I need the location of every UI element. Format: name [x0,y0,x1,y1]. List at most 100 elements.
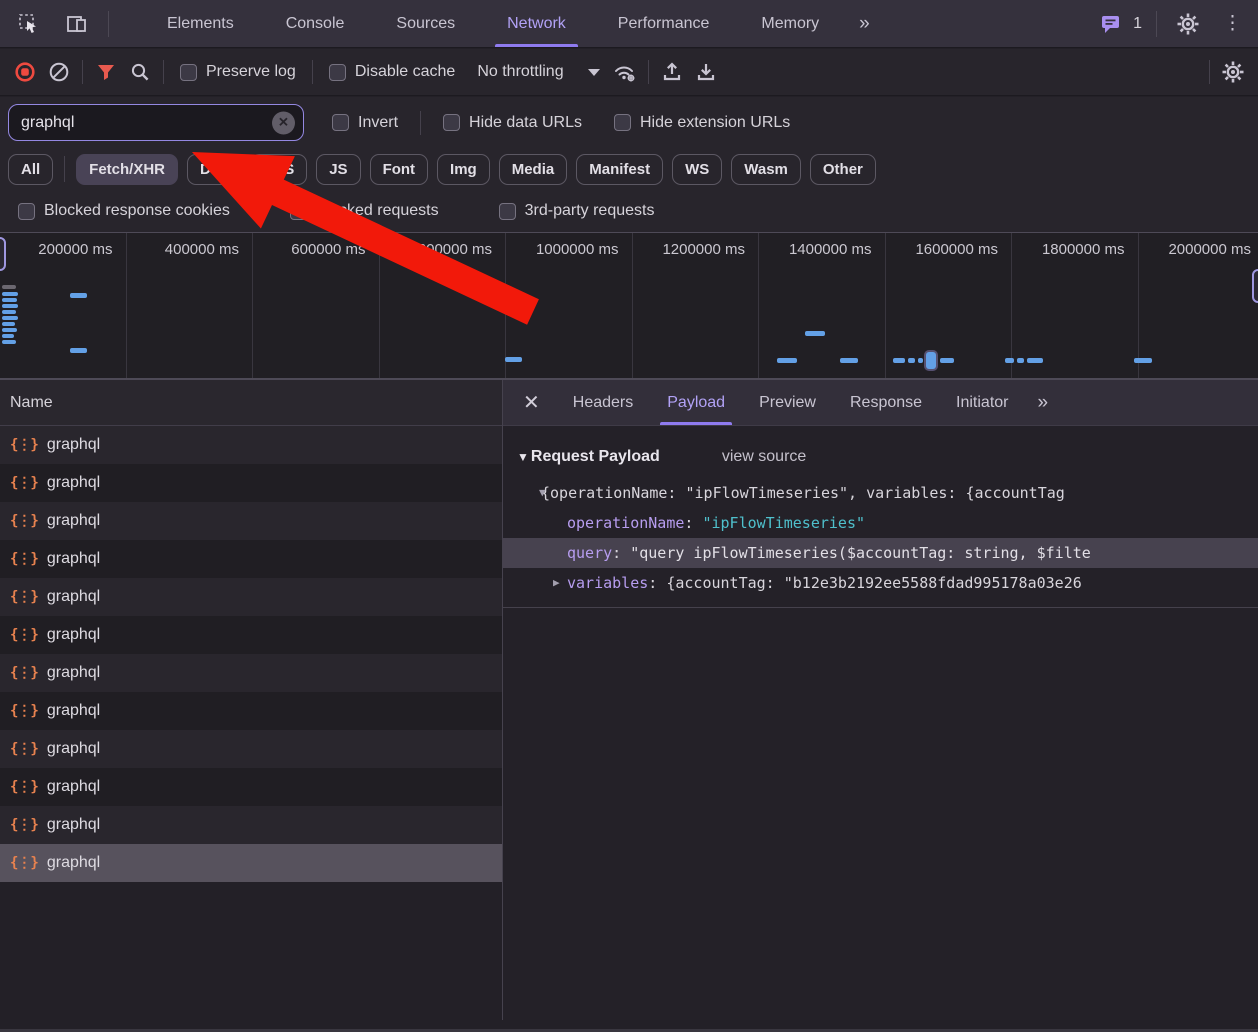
table-row[interactable]: {⋮}graphql [0,502,502,540]
table-row[interactable]: {⋮}graphql [0,464,502,502]
filter-chip-js[interactable]: JS [316,154,360,185]
throttling-dropdown[interactable]: No throttling [465,63,607,81]
checkbox[interactable] [332,114,349,131]
filter-chip-img[interactable]: Img [437,154,490,185]
detail-tab-response[interactable]: Response [833,380,939,425]
detail-tab-payload[interactable]: Payload [650,380,742,425]
payload-text: : {accountTag: "b12e3b2192ee5588fdad9951… [648,574,1081,592]
table-row[interactable]: {⋮}graphql [0,730,502,768]
payload-line[interactable]: operationName: "ipFlowTimeseries" [503,508,1258,538]
timeline-tick-label: 1000000 ms [506,233,633,379]
hide-data-urls-label: Hide data URLs [469,114,582,132]
payload-line[interactable]: query: "query ipFlowTimeseries($accountT… [503,538,1258,568]
timeline-request-bar [805,331,825,336]
blocked-response-cookies-label: Blocked response cookies [44,202,230,220]
disable-cache-checkbox[interactable]: Disable cache [319,63,466,81]
collapsed-triangle-icon[interactable]: ▶ [553,568,560,598]
device-toolbar-icon[interactable] [60,7,94,41]
requests-list-panel: Name {⋮}graphql{⋮}graphql{⋮}graphql{⋮}gr… [0,380,503,1020]
name-header-label: Name [10,394,53,412]
filter-input[interactable] [9,114,303,132]
filter-chip-all[interactable]: All [8,154,53,185]
checkbox[interactable] [614,114,631,131]
checkbox[interactable] [18,203,35,220]
network-settings-gear-icon[interactable] [1216,55,1250,89]
timeline-request-bar [940,358,954,363]
filter-chip-ws[interactable]: WS [672,154,722,185]
tab-elements[interactable]: Elements [141,0,260,47]
payload-line[interactable]: ▼{operationName: "ipFlowTimeseries", var… [503,478,1258,508]
clear-network-log-icon[interactable] [42,55,76,89]
collapse-triangle-icon[interactable]: ▼ [517,450,529,464]
clear-filter-icon[interactable]: ✕ [272,111,295,134]
more-options-kebab-icon[interactable]: ⋮ [1219,14,1246,33]
tab-memory[interactable]: Memory [735,0,845,47]
request-name: graphql [47,626,100,644]
requests-name-column-header[interactable]: Name [0,380,502,426]
detail-tab-initiator[interactable]: Initiator [939,380,1025,425]
filter-chip-other[interactable]: Other [810,154,876,185]
detail-tab-headers[interactable]: Headers [556,380,650,425]
payload-text: variables [567,574,648,592]
detail-more-tabs-icon[interactable]: » [1026,380,1059,425]
payload-line[interactable]: ▶ variables: {accountTag: "b12e3b2192ee55… [503,568,1258,598]
export-har-icon[interactable] [689,55,723,89]
filter-funnel-icon[interactable] [89,55,123,89]
checkbox[interactable] [443,114,460,131]
table-row[interactable]: {⋮}graphql [0,806,502,844]
timeline-request-bar [2,310,16,314]
tab-network[interactable]: Network [481,0,592,47]
preserve-log-checkbox[interactable]: Preserve log [170,63,306,81]
fetch-xhr-icon: {⋮} [10,475,38,491]
blocked-requests-checkbox[interactable]: Blocked requests [276,202,453,220]
table-row[interactable]: {⋮}graphql [0,426,502,464]
checkbox[interactable] [290,203,307,220]
timeline-request-bar [1017,358,1024,363]
inspect-element-icon[interactable] [12,7,46,41]
tab-console[interactable]: Console [260,0,371,47]
table-row[interactable]: {⋮}graphql [0,768,502,806]
issues-message-icon[interactable] [1097,7,1125,41]
filter-chip-wasm[interactable]: Wasm [731,154,801,185]
filter-chip-media[interactable]: Media [499,154,568,185]
detail-tab-preview[interactable]: Preview [742,380,833,425]
tab-sources[interactable]: Sources [370,0,481,47]
request-payload-section-header[interactable]: ▼ Request Payload view source [517,442,1258,472]
table-row[interactable]: {⋮}graphql [0,654,502,692]
filter-chip-doc[interactable]: Doc [187,154,241,185]
settings-gear-icon[interactable] [1171,7,1205,41]
table-row[interactable]: {⋮}graphql [0,578,502,616]
network-conditions-icon[interactable] [608,55,642,89]
checkbox[interactable] [180,64,197,81]
timeline-request-bar [2,340,16,344]
view-source-link[interactable]: view source [722,448,806,466]
table-row[interactable]: {⋮}graphql [0,844,502,882]
search-icon[interactable] [123,55,157,89]
filter-chip-manifest[interactable]: Manifest [576,154,663,185]
hide-data-urls-checkbox[interactable]: Hide data URLs [433,114,592,132]
import-har-icon[interactable] [655,55,689,89]
preserve-log-label: Preserve log [206,63,296,81]
filter-chip-fetch-xhr[interactable]: Fetch/XHR [76,154,178,185]
payload-text: operationName [567,514,684,532]
filter-chip-font[interactable]: Font [370,154,428,185]
filter-chip-css[interactable]: CSS [250,154,307,185]
request-name: graphql [47,664,100,682]
checkbox[interactable] [499,203,516,220]
hide-extension-urls-checkbox[interactable]: Hide extension URLs [604,114,800,132]
table-row[interactable]: {⋮}graphql [0,540,502,578]
issues-count[interactable]: 1 [1133,15,1142,33]
table-row[interactable]: {⋮}graphql [0,616,502,654]
tab-performance[interactable]: Performance [592,0,736,47]
divider [108,11,109,37]
blocked-response-cookies-checkbox[interactable]: Blocked response cookies [4,202,244,220]
table-row[interactable]: {⋮}graphql [0,692,502,730]
third-party-requests-checkbox[interactable]: 3rd-party requests [485,202,669,220]
more-panels-icon[interactable]: » [845,0,882,47]
network-overview-timeline[interactable]: 200000 ms400000 ms600000 ms800000 ms1000… [0,232,1258,380]
checkbox[interactable] [329,64,346,81]
record-network-log-icon[interactable] [8,55,42,89]
expanded-triangle-icon[interactable]: ▼ [539,478,546,508]
close-detail-icon[interactable]: ✕ [503,390,556,415]
invert-checkbox[interactable]: Invert [322,114,408,132]
